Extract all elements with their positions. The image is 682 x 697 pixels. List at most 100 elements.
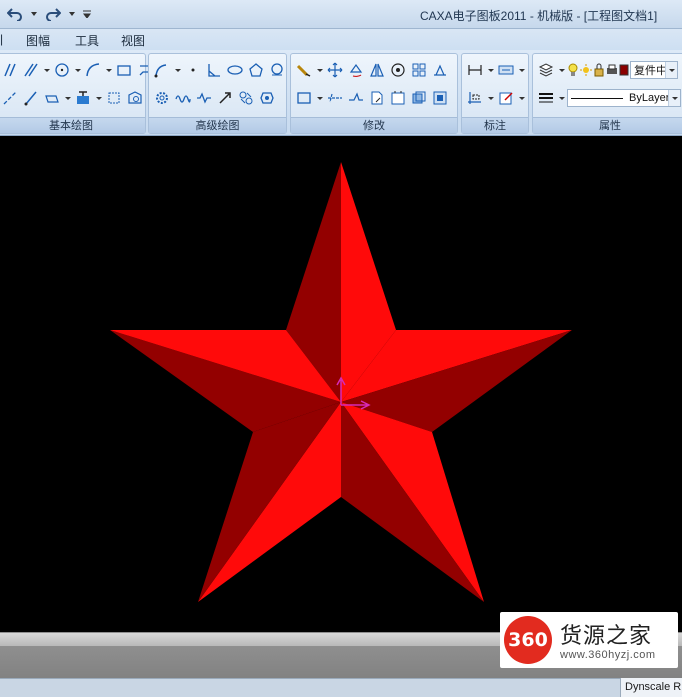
wave-icon <box>175 95 191 103</box>
point-icon <box>191 68 195 72</box>
hole-tool-button[interactable] <box>267 60 287 80</box>
customize-icon[interactable] <box>80 5 94 23</box>
dimension-icon <box>468 65 482 75</box>
sun-icon[interactable] <box>580 62 592 78</box>
arrow-tool-button[interactable] <box>215 88 235 108</box>
curve-tool-button[interactable] <box>152 60 172 80</box>
block-tool-button[interactable] <box>104 88 124 108</box>
circle-tool-button[interactable] <box>52 60 72 80</box>
layer-manager-dropdown[interactable] <box>557 60 566 80</box>
undo-dropdown[interactable] <box>28 5 40 23</box>
redo-button[interactable] <box>42 5 64 23</box>
trim-tool-button[interactable] <box>294 88 314 108</box>
extend-tool-button[interactable] <box>325 88 345 108</box>
delete-dropdown[interactable] <box>315 60 324 80</box>
linetype-preview <box>571 97 623 99</box>
zigzag-tool-button[interactable] <box>194 88 214 108</box>
annotation-dropdown[interactable] <box>517 88 526 108</box>
menu-item-cut[interactable]: | <box>0 32 4 46</box>
parallel-tool-button[interactable] <box>21 60 41 80</box>
polygon-tool-button[interactable] <box>246 60 266 80</box>
ribbon: 基本绘图 高级绘图 修改 标注 复件中 ByLayer 属性 <box>0 50 682 136</box>
coordinate-dropdown[interactable] <box>486 88 495 108</box>
array-tool-button[interactable] <box>409 60 429 80</box>
lineweight-dropdown[interactable] <box>557 88 566 108</box>
menu-bar: | 图幅 工具 视图 <box>0 29 682 50</box>
hatch-tool-button[interactable] <box>42 88 62 108</box>
redo-icon <box>46 8 61 21</box>
frame-icon <box>391 91 405 105</box>
line-dropdown[interactable] <box>42 60 51 80</box>
window-title: CAXA电子图板2011 - 机械版 - [工程图文档1] <box>420 9 658 23</box>
arc-dropdown[interactable] <box>104 60 113 80</box>
layer-manager-button[interactable] <box>536 60 556 80</box>
scale-tool-button[interactable] <box>388 60 408 80</box>
tolerance-dropdown[interactable] <box>517 60 526 80</box>
point-tool-button[interactable] <box>183 60 203 80</box>
gear-icon <box>156 92 168 104</box>
curve-dropdown[interactable] <box>173 60 182 80</box>
gear-tool-button[interactable] <box>152 88 172 108</box>
line-tool-button[interactable] <box>0 60 20 80</box>
lineweight-button[interactable] <box>536 88 556 108</box>
dimension-dropdown[interactable] <box>486 60 495 80</box>
linetype-select-value: ByLayer <box>629 92 670 104</box>
color-swatch-icon[interactable] <box>619 62 629 78</box>
group-label-properties: 属性 <box>533 117 682 133</box>
redo-dropdown[interactable] <box>66 5 78 23</box>
format-tool-button[interactable] <box>430 88 450 108</box>
coordinate-icon <box>468 92 481 104</box>
centerline-tool-button[interactable] <box>0 88 20 108</box>
shape-icon <box>128 91 142 104</box>
arc-tool-button[interactable] <box>83 60 103 80</box>
copy-icon <box>412 91 426 104</box>
rotate-tool-button[interactable] <box>346 60 366 80</box>
layer-icon <box>538 63 554 77</box>
undo-button[interactable] <box>4 5 26 23</box>
menu-item-sheet[interactable]: 图幅 <box>26 32 50 49</box>
offset-tool-button[interactable] <box>430 60 450 80</box>
drawing-canvas[interactable] <box>0 136 682 632</box>
group-basic-draw: 基本绘图 <box>0 53 153 134</box>
annotation-edit-button[interactable] <box>496 88 516 108</box>
wave-tool-button[interactable] <box>173 88 193 108</box>
explode-tool-button[interactable] <box>367 88 387 108</box>
layer-select[interactable]: 复件中 <box>630 61 678 79</box>
group-advanced-draw: 高级绘图 <box>148 53 287 134</box>
printer-icon[interactable] <box>606 62 618 78</box>
menu-item-tools[interactable]: 工具 <box>75 32 99 49</box>
delete-tool-button[interactable] <box>294 60 314 80</box>
polygon-icon <box>249 63 263 77</box>
hatch-icon <box>45 95 59 103</box>
spline-tool-button[interactable] <box>21 88 41 108</box>
lock-icon[interactable] <box>593 62 605 78</box>
text-tool-button[interactable] <box>73 88 93 108</box>
outline-tool-button[interactable] <box>257 88 277 108</box>
angle-tool-button[interactable] <box>204 60 224 80</box>
group-modify: 修改 <box>290 53 458 134</box>
break-tool-button[interactable] <box>346 88 366 108</box>
slash-icon <box>24 91 37 106</box>
rect-tool-button[interactable] <box>114 60 134 80</box>
image-tool-button[interactable] <box>125 88 145 108</box>
trim-dropdown[interactable] <box>315 88 324 108</box>
arrow-icon <box>219 92 231 104</box>
mirror-tool-button[interactable] <box>367 60 387 80</box>
tolerance-tool-button[interactable] <box>496 60 516 80</box>
text-dropdown[interactable] <box>94 88 103 108</box>
dimension-tool-button[interactable] <box>465 60 485 80</box>
rectangle-icon <box>117 65 131 76</box>
ellipse-tool-button[interactable] <box>225 60 245 80</box>
linetype-select[interactable]: ByLayer <box>567 89 681 107</box>
menu-item-view[interactable]: 视图 <box>121 32 145 49</box>
lightbulb-icon[interactable] <box>567 62 579 78</box>
edit-tool-button[interactable] <box>388 88 408 108</box>
move-tool-button[interactable] <box>325 60 345 80</box>
hatch-dropdown[interactable] <box>63 88 72 108</box>
outline-icon <box>260 92 274 104</box>
coordinate-dim-button[interactable] <box>465 88 485 108</box>
title-bar: CAXA电子图板2011 - 机械版 - [工程图文档1] <box>0 0 682 29</box>
hatch-pattern-button[interactable] <box>236 88 256 108</box>
circle-dropdown[interactable] <box>73 60 82 80</box>
copy-tool-button[interactable] <box>409 88 429 108</box>
